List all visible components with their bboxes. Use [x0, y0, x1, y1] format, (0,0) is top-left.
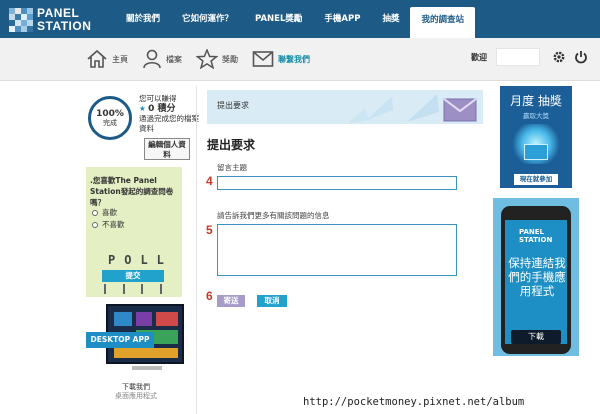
subnav-rewards-label: 獎勵	[222, 54, 238, 64]
topnav-my-survey-station[interactable]: 我的調查站	[410, 7, 475, 38]
topnav-how-it-works[interactable]: 它如何運作？	[171, 7, 244, 31]
request-banner: 提出要求	[207, 90, 483, 124]
star-icon	[196, 49, 218, 69]
subnav-contact[interactable]: 聯繫我們	[252, 48, 310, 70]
points-line1: 您可以賺得	[139, 94, 177, 103]
envelope-icon	[443, 98, 477, 122]
desktop-app-ad[interactable]: DESKTOP APP	[86, 300, 186, 380]
profile-progress-circle: 100% 完成	[88, 96, 132, 140]
poll-submit-button[interactable]: 提交	[102, 270, 164, 282]
mobile-app-download-button[interactable]: 下載	[511, 330, 561, 344]
user-icon	[143, 49, 161, 69]
envelope-icon	[252, 51, 274, 67]
message-textarea[interactable]	[217, 224, 457, 276]
mobile-app-text: 保持連結我們的手機應用程式	[508, 256, 566, 298]
subject-label: 留言主題	[217, 163, 247, 172]
send-button[interactable]: 寄送	[217, 295, 245, 307]
points-star-icon: ★	[139, 104, 146, 113]
phone-screen: PANEL STATION 保持連結我們的手機應用程式 下載	[505, 220, 567, 344]
subnav-profile[interactable]: 檔案	[142, 48, 182, 70]
desktop-app-caption: 下載我們 桌面應用程式	[84, 383, 188, 401]
topnav-mobile-app[interactable]: 手機APP	[313, 7, 371, 31]
phone-image: PANEL STATION 保持連結我們的手機應用程式 下載	[501, 206, 571, 354]
poll-word: POLL	[108, 253, 173, 267]
topnav-panel-rewards[interactable]: PANEL獎勵	[244, 7, 313, 31]
phone-logo: PANEL STATION	[519, 228, 552, 244]
home-icon	[87, 49, 107, 68]
sub-nav: 主頁 檔案 獎勵 聯繫我們	[86, 48, 310, 70]
poll-sign-legs	[104, 284, 162, 294]
topnav-about[interactable]: 關於我們	[115, 7, 171, 31]
subnav-home-label: 主頁	[112, 54, 128, 64]
poll-radio-dislike[interactable]	[92, 221, 98, 228]
banner-title: 提出要求	[217, 101, 249, 110]
desktop-app-banner: DESKTOP APP	[86, 332, 154, 348]
subnav-profile-label: 檔案	[166, 54, 182, 64]
poll-option-like[interactable]: 喜歡	[92, 207, 117, 218]
poll-option-like-label: 喜歡	[102, 208, 117, 217]
panel-station-logo[interactable]: PANEL STATION	[9, 6, 97, 34]
points-line2: 通過完成您的檔案資料	[139, 114, 199, 133]
points-info: 您可以賺得 ★ 0 積分 通過完成您的檔案資料	[139, 94, 199, 134]
banner-pattern	[347, 94, 439, 124]
gift-box-icon	[524, 144, 548, 160]
desktop-app-caption-main: 下載我們	[122, 383, 150, 391]
progress-label: 完成	[103, 119, 117, 127]
step-number-5: 5	[206, 223, 213, 237]
watermark-url: http://pocketmoney.pixnet.net/album	[300, 395, 528, 409]
lottery-subtitle: 贏取大獎	[523, 112, 549, 120]
lottery-title: 月度 抽獎	[510, 94, 562, 108]
gear-icon[interactable]	[552, 50, 566, 64]
message-label: 請告訴我們更多有關該問題的信息	[217, 211, 330, 220]
top-nav: 關於我們 它如何運作？ PANEL獎勵 手機APP 抽獎 我的調查站	[115, 7, 475, 38]
subnav-contact-label: 聯繫我們	[278, 54, 310, 64]
poll-widget: .您喜歡The Panel Station發起的調查問卷嗎？ 喜歡 不喜歡 PO…	[86, 167, 182, 297]
lottery-join-button[interactable]: 現在就參加	[514, 174, 558, 185]
phone-logo-line1: PANEL	[519, 228, 545, 236]
top-navbar: PANEL STATION 關於我們 它如何運作？ PANEL獎勵 手機APP …	[0, 0, 600, 38]
username-display	[496, 48, 540, 66]
monitor-stand	[132, 366, 162, 370]
edit-profile-button[interactable]: 編輯個人資料	[144, 138, 190, 160]
form-heading: 提出要求	[207, 138, 256, 152]
poll-option-dislike[interactable]: 不喜歡	[92, 219, 125, 230]
monthly-lottery-ad[interactable]: 月度 抽獎 贏取大獎 現在就參加	[500, 86, 572, 188]
mobile-app-ad[interactable]: PANEL STATION 保持連結我們的手機應用程式 下載	[493, 198, 579, 356]
contact-form-panel: 提出要求 提出要求 留言主題 4 請告訴我們更多有關該問題的信息 5 6 寄送 …	[196, 86, 496, 414]
poll-option-dislike-label: 不喜歡	[102, 220, 125, 229]
poll-radio-like[interactable]	[92, 209, 98, 216]
progress-value: 100%	[96, 109, 124, 119]
points-value: 0 積分	[148, 104, 176, 114]
step-number-4: 4	[206, 174, 213, 188]
desktop-app-caption-faint: 桌面應用程式	[115, 392, 157, 400]
power-icon[interactable]	[574, 50, 588, 64]
step-number-6: 6	[206, 289, 213, 303]
cancel-button[interactable]: 取消	[257, 295, 287, 307]
subnav-home[interactable]: 主頁	[86, 48, 128, 70]
subject-input[interactable]	[217, 176, 457, 190]
welcome-text: 歡迎	[471, 53, 487, 62]
phone-logo-line2: STATION	[519, 236, 553, 244]
subnav-rewards[interactable]: 獎勵	[196, 48, 238, 70]
topnav-lottery[interactable]: 抽獎	[371, 7, 410, 31]
logo-mosaic-icon	[9, 8, 33, 32]
logo-line2: STATION	[37, 19, 92, 33]
poll-question: .您喜歡The Panel Station發起的調查問卷嗎？	[90, 176, 174, 207]
